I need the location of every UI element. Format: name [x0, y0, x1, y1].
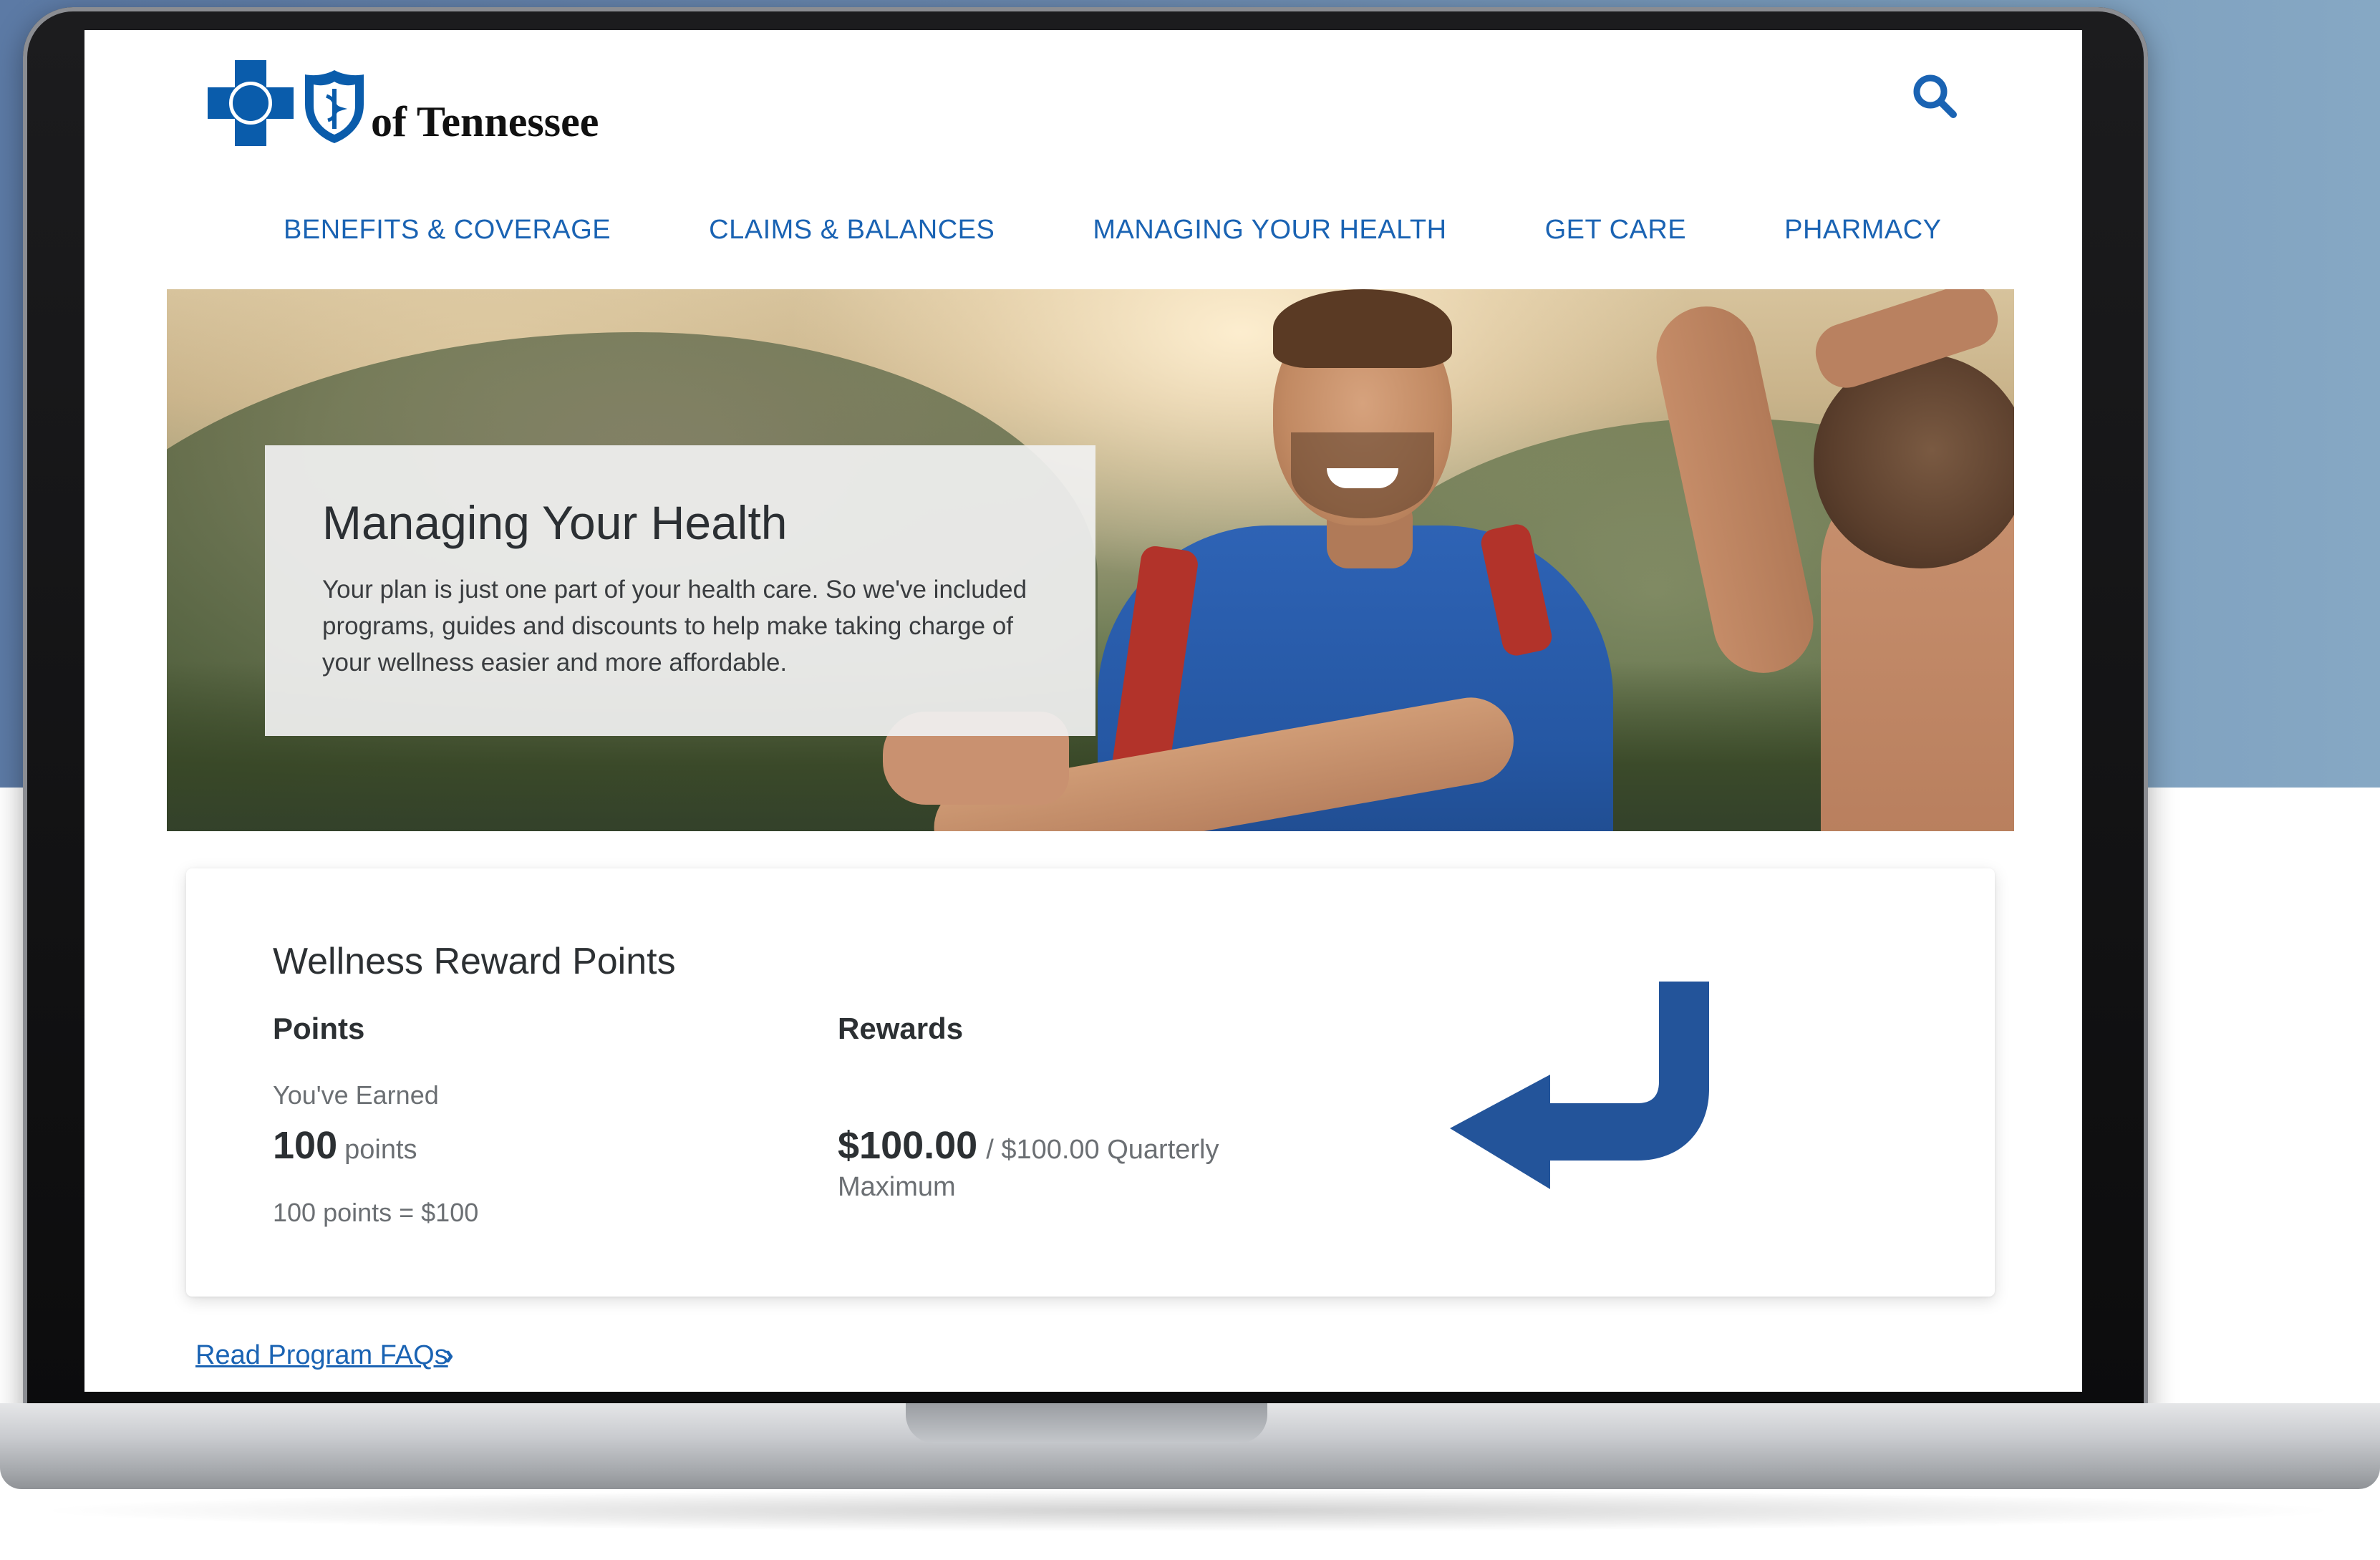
reward-amount: $100.00	[838, 1124, 978, 1167]
logo-text: of Tennessee	[371, 98, 599, 145]
nav-managing-your-health[interactable]: MANAGING YOUR HEALTH	[1093, 215, 1446, 246]
man-smile	[1327, 468, 1398, 488]
nav-get-care[interactable]: GET CARE	[1545, 215, 1687, 246]
nav-pharmacy[interactable]: PHARMACY	[1784, 215, 1941, 246]
chevron-right-icon[interactable]: ›	[444, 1337, 454, 1372]
points-conversion: 100 points = $100	[273, 1198, 479, 1227]
card-title: Wellness Reward Points	[273, 941, 676, 982]
points-heading: Points	[273, 1012, 365, 1045]
laptop-notch	[906, 1403, 1267, 1443]
hero-banner: Managing Your Health Your plan is just o…	[167, 289, 2014, 831]
reward-maximum-label: Maximum	[838, 1172, 956, 1202]
blue-cross-icon	[208, 60, 294, 146]
nav-benefits-coverage[interactable]: BENEFITS & COVERAGE	[284, 215, 611, 246]
hero-text-card: Managing Your Health Your plan is just o…	[265, 445, 1095, 736]
main-nav: BENEFITS & COVERAGE CLAIMS & BALANCES MA…	[284, 215, 1942, 246]
hero-description: Your plan is just one part of your healt…	[322, 576, 1027, 677]
laptop-shadow	[29, 1489, 2348, 1532]
man-hair	[1273, 289, 1452, 368]
logo[interactable]: of Tennessee	[208, 60, 599, 146]
read-faqs-link[interactable]: Read Program FAQs	[195, 1340, 448, 1371]
nav-claims-balances[interactable]: CLAIMS & BALANCES	[709, 215, 995, 246]
earned-label: You've Earned	[273, 1080, 439, 1110]
reward-total: $100.00 / $100.00 Quarterly	[838, 1123, 1219, 1168]
points-total: 100 points	[273, 1123, 417, 1168]
wellness-reward-card: Wellness Reward Points Points Rewards Yo…	[186, 868, 1995, 1297]
curved-arrow-icon	[1450, 982, 1709, 1189]
laptop-screen: of Tennessee BENEFITS & COVERAGE CLAIMS …	[84, 30, 2082, 1392]
rewards-heading: Rewards	[838, 1012, 964, 1045]
reward-maximum: / $100.00 Quarterly	[986, 1135, 1219, 1165]
hero-title: Managing Your Health	[322, 496, 788, 549]
points-unit: points	[344, 1135, 417, 1165]
blue-shield-icon	[305, 70, 364, 143]
points-value: 100	[273, 1124, 338, 1167]
search-icon[interactable]	[1910, 72, 1960, 122]
